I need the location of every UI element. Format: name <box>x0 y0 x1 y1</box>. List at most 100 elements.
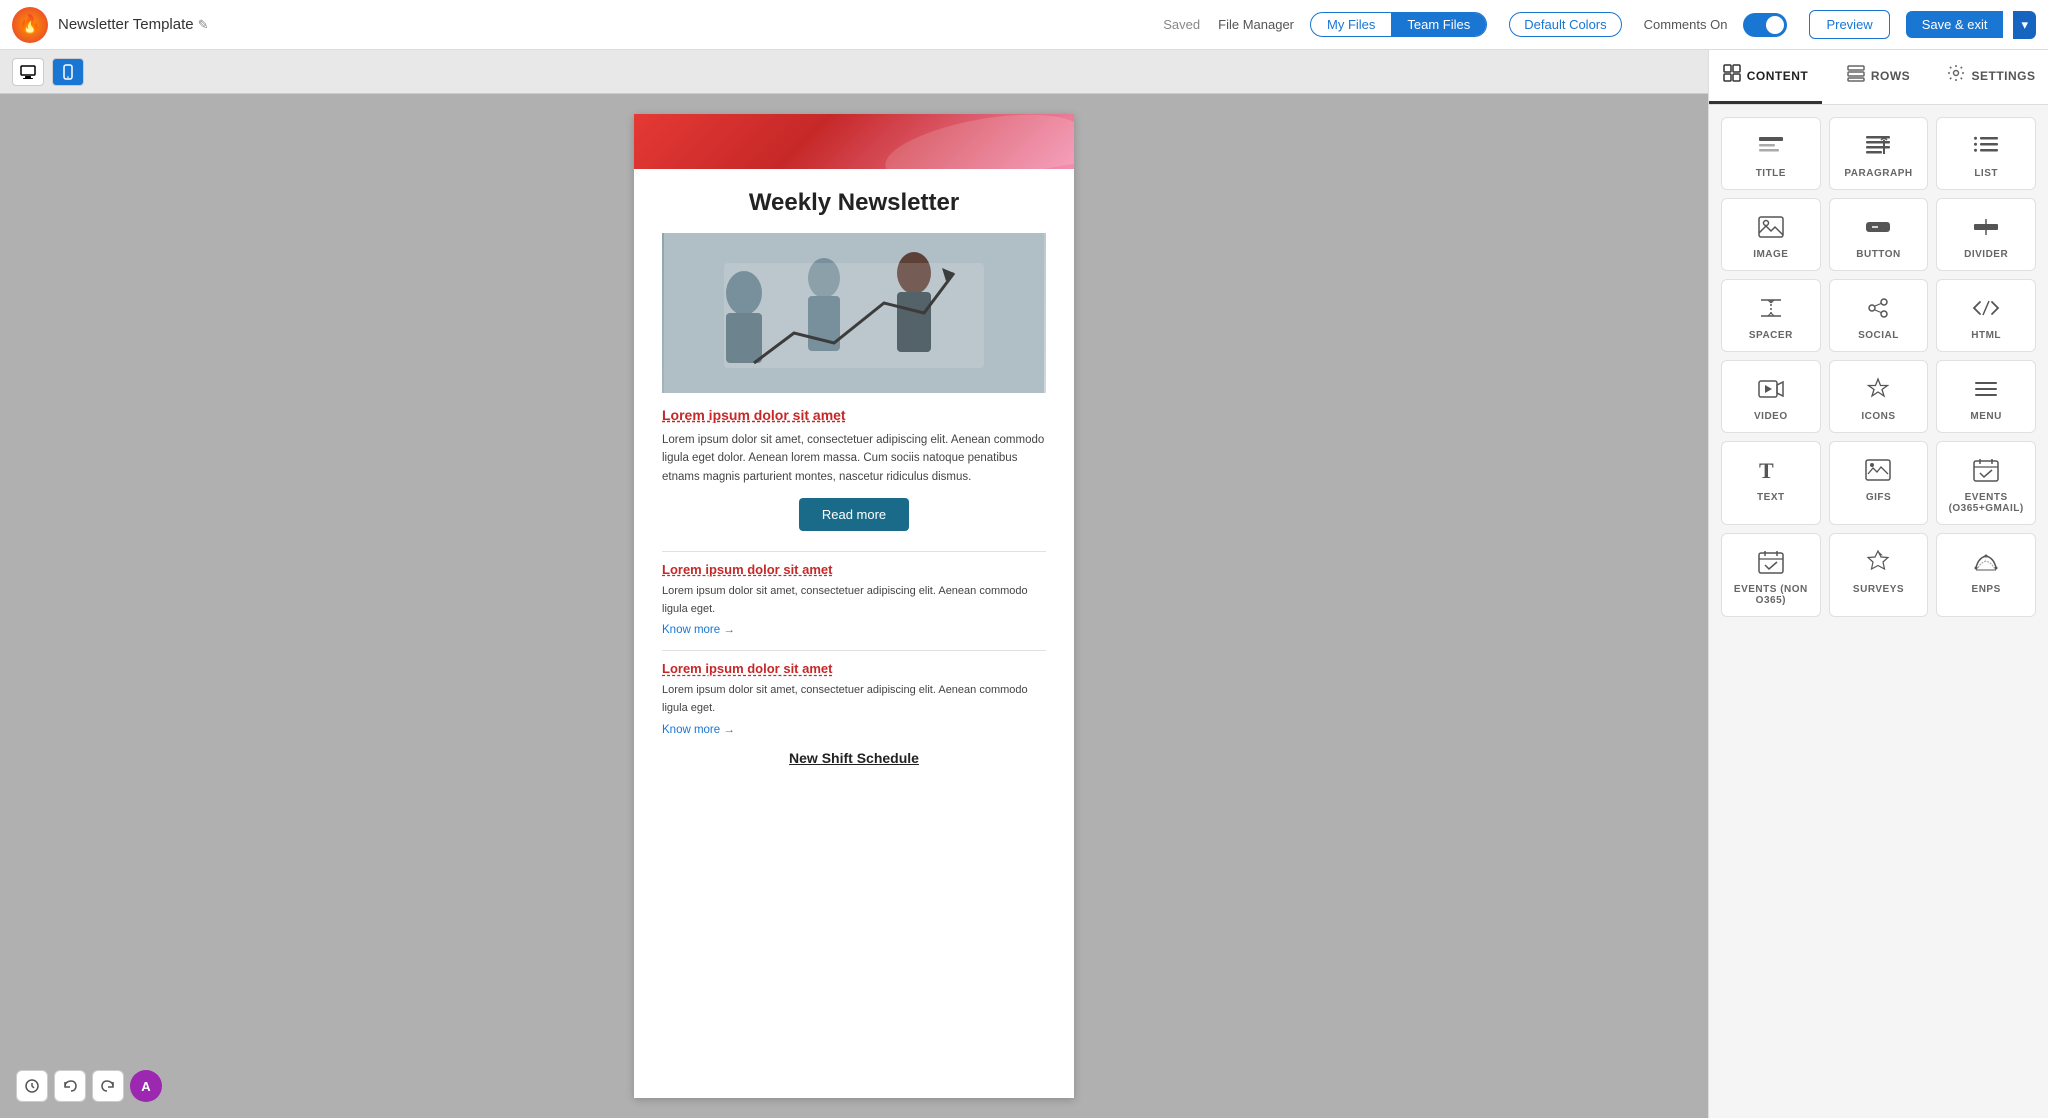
content-block-html-label: HTML <box>1971 330 2001 341</box>
settings-tab-icon <box>1947 64 1965 87</box>
content-block-text[interactable]: T TEXT <box>1721 441 1821 525</box>
content-block-events365-label: EVENTS (O365+GMAIL) <box>1949 492 2024 514</box>
enps-icon <box>1972 548 2000 576</box>
right-panel: CONTENT ROWS SETTINGS TITLE <box>1708 50 2048 1118</box>
team-files-button[interactable]: Team Files <box>1391 13 1486 36</box>
content-block-list-label: LIST <box>1974 168 1998 179</box>
content-block-surveys-label: SURVEYS <box>1853 584 1904 595</box>
user-avatar[interactable]: A <box>130 1070 162 1102</box>
content-block-paragraph[interactable]: PARAGRAPH <box>1829 117 1929 190</box>
tab-content[interactable]: CONTENT <box>1709 50 1822 104</box>
settings-tab-label: SETTINGS <box>1971 69 2035 83</box>
desktop-view-button[interactable] <box>12 58 44 86</box>
app-logo: 🔥 <box>12 7 48 43</box>
read-more-button[interactable]: Read more <box>799 498 909 531</box>
text-icon: T <box>1757 456 1785 484</box>
content-block-title[interactable]: TITLE <box>1721 117 1821 190</box>
image-icon <box>1757 213 1785 241</box>
my-files-button[interactable]: My Files <box>1311 13 1391 36</box>
file-manager-label: File Manager <box>1218 17 1294 32</box>
divider-icon <box>1972 213 2000 241</box>
content-block-menu[interactable]: MENU <box>1936 360 2036 433</box>
email-preview: Weekly Newsletter <box>634 114 1074 1098</box>
preview-button[interactable]: Preview <box>1809 10 1889 39</box>
mobile-view-button[interactable] <box>52 58 84 86</box>
list-icon <box>1972 132 2000 160</box>
default-colors-button[interactable]: Default Colors <box>1509 12 1621 37</box>
canvas-scroll[interactable]: Weekly Newsletter <box>0 94 1708 1118</box>
save-exit-dropdown-button[interactable]: ▾ <box>2013 11 2036 39</box>
content-block-social-label: SOCIAL <box>1858 330 1899 341</box>
content-blocks-grid: TITLE PARAGRAPH LIST IMAGE BUTTON <box>1709 105 2048 1118</box>
file-toggle-group: My Files Team Files <box>1310 12 1487 37</box>
content-block-button-label: BUTTON <box>1856 249 1900 260</box>
email-body: Weekly Newsletter <box>634 169 1074 786</box>
content-tab-icon <box>1723 64 1741 87</box>
button-icon <box>1864 213 1892 241</box>
icons-icon <box>1864 375 1892 403</box>
email-section1-body: Lorem ipsum dolor sit amet, consectetuer… <box>662 431 1046 486</box>
spacer-icon <box>1757 294 1785 322</box>
content-block-enps[interactable]: ENPS <box>1936 533 2036 617</box>
social-icon <box>1864 294 1892 322</box>
content-block-events-non[interactable]: EVENTS (NON O365) <box>1721 533 1821 617</box>
html-icon <box>1972 294 2000 322</box>
content-block-events365[interactable]: EVENTS (O365+GMAIL) <box>1936 441 2036 525</box>
tab-settings[interactable]: SETTINGS <box>1935 50 2048 104</box>
save-exit-button[interactable]: Save & exit <box>1906 11 2004 38</box>
history-button[interactable] <box>16 1070 48 1102</box>
content-block-social[interactable]: SOCIAL <box>1829 279 1929 352</box>
canvas-toolbar <box>0 50 1708 94</box>
content-block-image[interactable]: IMAGE <box>1721 198 1821 271</box>
edit-title-icon[interactable]: ✎ <box>198 17 209 33</box>
email-section2-body: Lorem ipsum dolor sit amet, consectetuer… <box>662 583 1046 618</box>
email-main-image <box>662 233 1046 393</box>
content-block-enps-label: ENPS <box>1972 584 2001 595</box>
content-block-divider[interactable]: DIVIDER <box>1936 198 2036 271</box>
redo-button[interactable] <box>92 1070 124 1102</box>
topbar: 🔥 Newsletter Template ✎ Saved File Manag… <box>0 0 2048 50</box>
undo-button[interactable] <box>54 1070 86 1102</box>
content-block-gifs[interactable]: GIFS <box>1829 441 1929 525</box>
content-block-icons-label: ICONS <box>1861 411 1895 422</box>
content-block-image-label: IMAGE <box>1753 249 1788 260</box>
divider1 <box>662 551 1046 552</box>
content-block-spacer[interactable]: SPACER <box>1721 279 1821 352</box>
canvas-area: Weekly Newsletter <box>0 50 1708 1118</box>
content-block-events-non-label: EVENTS (NON O365) <box>1730 584 1812 606</box>
content-block-icons[interactable]: ICONS <box>1829 360 1929 433</box>
right-panel-tabs: CONTENT ROWS SETTINGS <box>1709 50 2048 105</box>
know-more-link-1[interactable]: Know more → <box>662 624 1046 636</box>
events-non-icon <box>1757 548 1785 576</box>
tab-rows[interactable]: ROWS <box>1822 50 1935 104</box>
content-block-divider-label: DIVIDER <box>1964 249 2008 260</box>
divider2 <box>662 650 1046 651</box>
email-title: Weekly Newsletter <box>662 189 1046 217</box>
content-block-list[interactable]: LIST <box>1936 117 2036 190</box>
content-tab-label: CONTENT <box>1747 69 1809 83</box>
title-icon <box>1757 132 1785 160</box>
know-more-link-2[interactable]: Know more → <box>662 724 1046 736</box>
email-section3-heading: Lorem ipsum dolor sit amet <box>662 661 1046 676</box>
email-header-banner <box>634 114 1074 169</box>
comments-toggle[interactable] <box>1743 13 1787 37</box>
content-block-html[interactable]: HTML <box>1936 279 2036 352</box>
content-block-paragraph-label: PARAGRAPH <box>1844 168 1912 179</box>
email-section3-body: Lorem ipsum dolor sit amet, consectetuer… <box>662 682 1046 717</box>
content-block-text-label: TEXT <box>1757 492 1785 503</box>
content-block-gifs-label: GIFS <box>1866 492 1891 503</box>
email-section1-heading: Lorem ipsum dolor sit amet <box>662 407 1046 423</box>
content-block-spacer-label: SPACER <box>1749 330 1793 341</box>
content-block-menu-label: MENU <box>1970 411 2001 422</box>
content-block-surveys[interactable]: SURVEYS <box>1829 533 1929 617</box>
content-block-video-label: VIDEO <box>1754 411 1788 422</box>
email-section2-heading: Lorem ipsum dolor sit amet <box>662 562 1046 577</box>
saved-status: Saved <box>1163 17 1200 32</box>
gifs-icon <box>1864 456 1892 484</box>
content-block-video[interactable]: VIDEO <box>1721 360 1821 433</box>
content-block-button[interactable]: BUTTON <box>1829 198 1929 271</box>
video-icon <box>1757 375 1785 403</box>
svg-text:T: T <box>1759 458 1774 483</box>
content-block-title-label: TITLE <box>1756 168 1786 179</box>
surveys-icon <box>1864 548 1892 576</box>
